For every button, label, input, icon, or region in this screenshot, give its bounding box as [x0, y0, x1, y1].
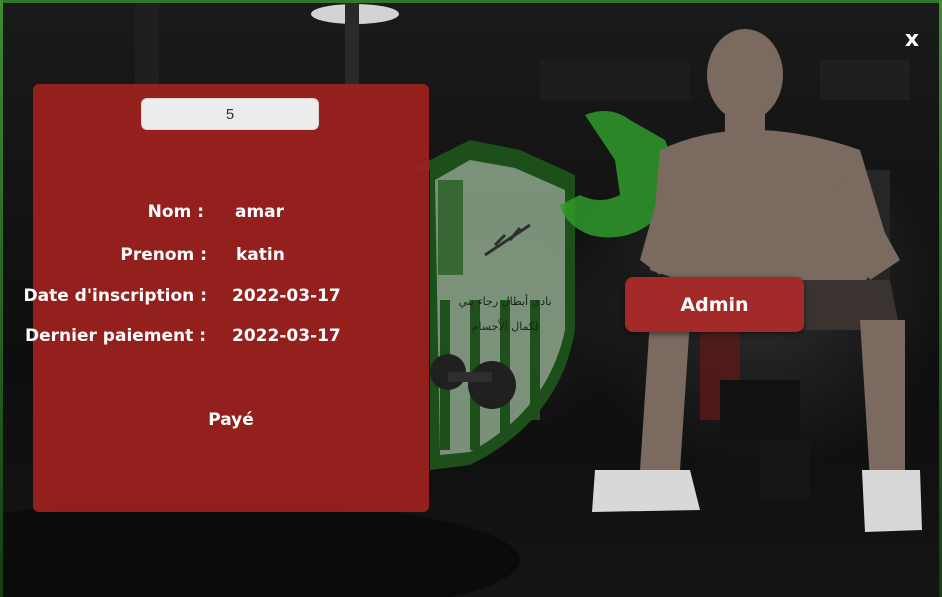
dernier-paiement-label: Dernier paiement :	[25, 326, 206, 346]
window-border-top	[0, 0, 942, 3]
nom-value: amar	[235, 202, 285, 222]
dernier-paiement-value: 2022-03-17	[232, 326, 341, 346]
prenom-label: Prenom :	[120, 245, 207, 265]
member-id-input[interactable]	[141, 98, 319, 130]
prenom-value: katin	[236, 245, 285, 265]
close-button[interactable]: x	[898, 26, 926, 54]
club-shield-logo: نادي أبطال رجاء بني لكمال الأجسام	[410, 140, 575, 470]
payment-status: Payé	[208, 410, 254, 430]
window-border-left	[0, 0, 3, 597]
member-info-panel: Nom : amar Prenom : katin Date d'inscrip…	[24, 84, 429, 512]
date-inscription-label: Date d'inscription :	[23, 286, 208, 306]
admin-button[interactable]: Admin	[625, 277, 804, 332]
nom-label: Nom :	[147, 202, 204, 222]
date-inscription-value: 2022-03-17	[232, 286, 341, 306]
app-window: نادي أبطال رجاء بني لكمال الأجسام x Nom …	[0, 0, 942, 597]
svg-text:نادي أبطال رجاء بني: نادي أبطال رجاء بني	[458, 294, 551, 308]
svg-text:لكمال الأجسام: لكمال الأجسام	[472, 319, 539, 333]
